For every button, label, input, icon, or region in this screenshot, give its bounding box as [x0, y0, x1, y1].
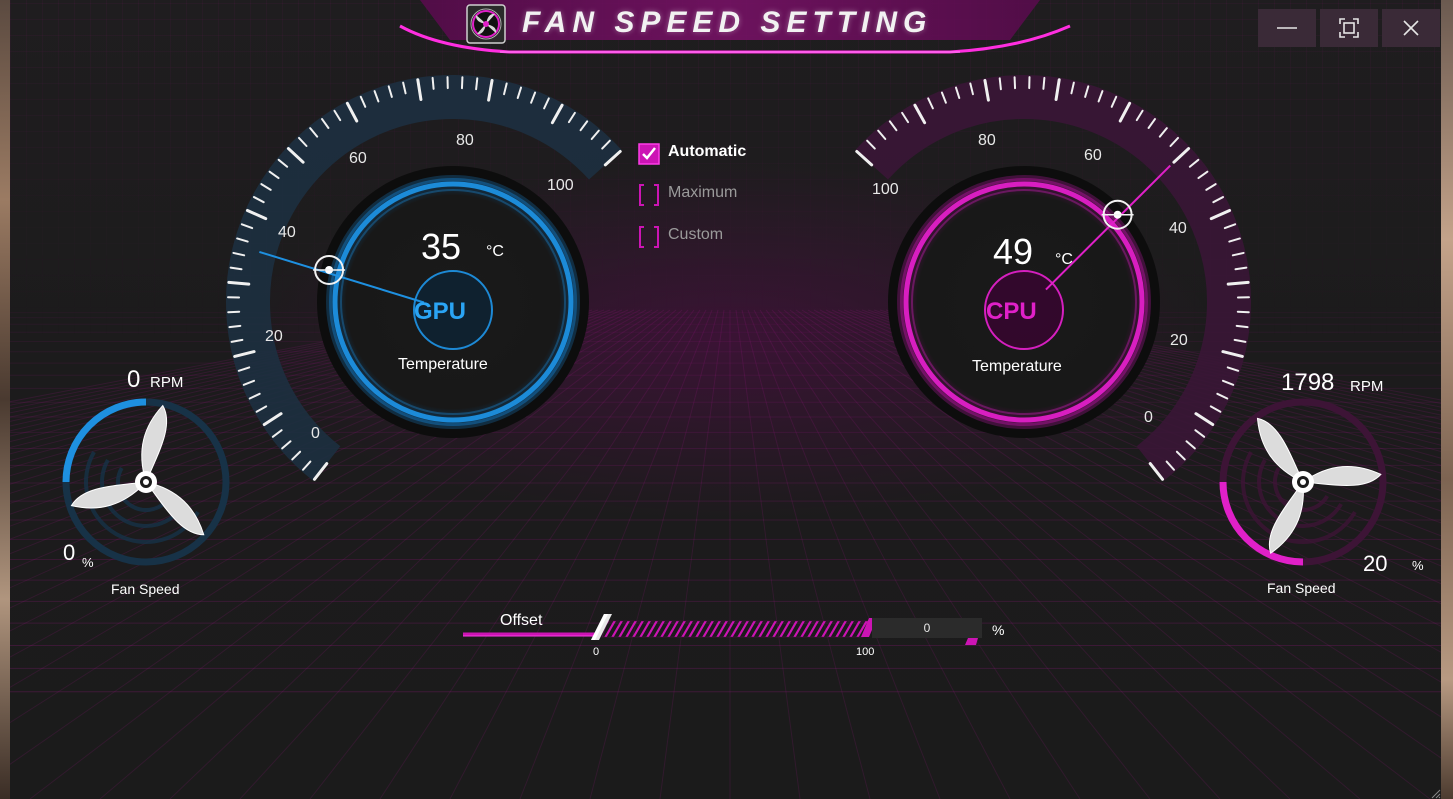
mode-automatic-label: Automatic	[668, 143, 747, 160]
cpu-fan-percent-unit: %	[1412, 558, 1424, 573]
mode-custom-label: Custom	[668, 226, 724, 243]
cpu-fan-percent-value: 20	[1363, 551, 1388, 576]
offset-value-input[interactable]: 0	[872, 618, 982, 638]
checkbox-unchecked-icon	[639, 226, 659, 248]
offset-min-label: 0	[593, 646, 600, 658]
mode-automatic-checkbox[interactable]: Automatic	[638, 140, 778, 166]
checkbox-checked-icon	[638, 143, 660, 165]
cpu-fan-speed-label: Fan Speed	[1267, 580, 1336, 596]
mode-maximum-label: Maximum	[668, 184, 738, 201]
resize-grip-icon[interactable]	[1431, 789, 1441, 799]
cpu-fan-rpm-unit: RPM	[1350, 378, 1384, 395]
mode-maximum-checkbox[interactable]: Maximum	[638, 181, 778, 207]
offset-unit: %	[992, 622, 1005, 638]
offset-label: Offset	[500, 612, 543, 629]
desktop-wallpaper-right	[1441, 0, 1453, 799]
offset-max-label: 100	[856, 646, 875, 658]
checkbox-unchecked-icon	[639, 184, 659, 206]
desktop-wallpaper-left	[0, 0, 10, 799]
mode-custom-checkbox[interactable]: Custom	[638, 223, 778, 249]
offset-control: Offset 0 % 0 100	[460, 608, 1020, 660]
cpu-fan-rpm-value: 1798	[1281, 369, 1335, 396]
fan-speed-window: FAN SPEED SETTING 0 20 40 60 80 100 35 °…	[10, 0, 1441, 799]
cpu-fan-speed-dial	[1219, 398, 1387, 566]
